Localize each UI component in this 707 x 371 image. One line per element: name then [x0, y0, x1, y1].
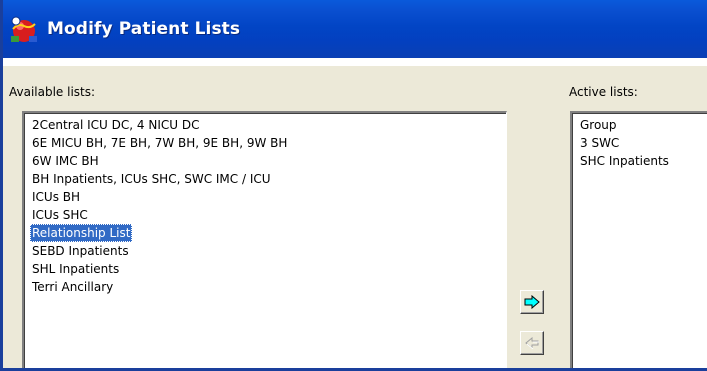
list-item[interactable]: BH Inpatients, ICUs SHC, SWC IMC / ICU — [28, 170, 506, 188]
active-lists-listbox[interactable]: Group 3 SWC SHC Inpatients — [570, 111, 707, 368]
list-item[interactable]: SHL Inpatients — [28, 260, 506, 278]
list-item[interactable]: 2Central ICU DC, 4 NICU DC — [28, 116, 506, 134]
list-item-label: SHC Inpatients — [580, 154, 669, 168]
add-to-active-button[interactable] — [520, 290, 544, 314]
list-item[interactable]: 6W IMC BH — [28, 152, 506, 170]
list-item-label: SEBD Inpatients — [32, 244, 129, 258]
dialog-body: Available lists: Active lists: 2Central … — [3, 66, 707, 368]
list-item-label: Relationship List — [30, 224, 133, 242]
arrow-right-icon — [524, 295, 540, 309]
available-lists-label: Available lists: — [9, 85, 96, 99]
list-item[interactable]: SEBD Inpatients — [28, 242, 506, 260]
title-bar[interactable]: Modify Patient Lists — [3, 0, 707, 58]
list-item[interactable]: Group — [576, 116, 707, 134]
list-item-label: BH Inpatients, ICUs SHC, SWC IMC / ICU — [32, 172, 271, 186]
list-item-label: SHL Inpatients — [32, 262, 120, 276]
list-item[interactable]: Terri Ancillary — [28, 278, 506, 296]
list-item-label: ICUs BH — [32, 190, 81, 204]
active-lists-label: Active lists: — [569, 85, 638, 99]
remove-from-active-button[interactable] — [520, 331, 544, 355]
available-lists-listbox[interactable]: 2Central ICU DC, 4 NICU DC 6E MICU BH, 7E… — [22, 111, 507, 368]
arrow-left-icon — [525, 337, 539, 349]
doctor-globe-icon — [11, 16, 37, 42]
list-item[interactable]: Relationship List — [28, 224, 506, 242]
list-item[interactable]: 6E MICU BH, 7E BH, 7W BH, 9E BH, 9W BH — [28, 134, 506, 152]
list-item[interactable]: SHC Inpatients — [576, 152, 707, 170]
list-item[interactable]: 3 SWC — [576, 134, 707, 152]
list-item[interactable]: ICUs SHC — [28, 206, 506, 224]
list-item-label: 3 SWC — [580, 136, 620, 150]
list-item-label: ICUs SHC — [32, 208, 88, 222]
list-item-label: Terri Ancillary — [32, 280, 114, 294]
list-item-label: 2Central ICU DC, 4 NICU DC — [32, 118, 200, 132]
modify-patient-lists-window: Modify Patient Lists Available lists: Ac… — [0, 0, 707, 371]
active-lists: Group 3 SWC SHC Inpatients — [572, 113, 707, 170]
list-item-label: Group — [580, 118, 617, 132]
title-separator — [3, 58, 707, 66]
available-lists: 2Central ICU DC, 4 NICU DC 6E MICU BH, 7E… — [24, 113, 506, 296]
list-item[interactable]: ICUs BH — [28, 188, 506, 206]
window-title: Modify Patient Lists — [47, 19, 241, 39]
list-item-label: 6W IMC BH — [32, 154, 99, 168]
list-item-label: 6E MICU BH, 7E BH, 7W BH, 9E BH, 9W BH — [32, 136, 288, 150]
